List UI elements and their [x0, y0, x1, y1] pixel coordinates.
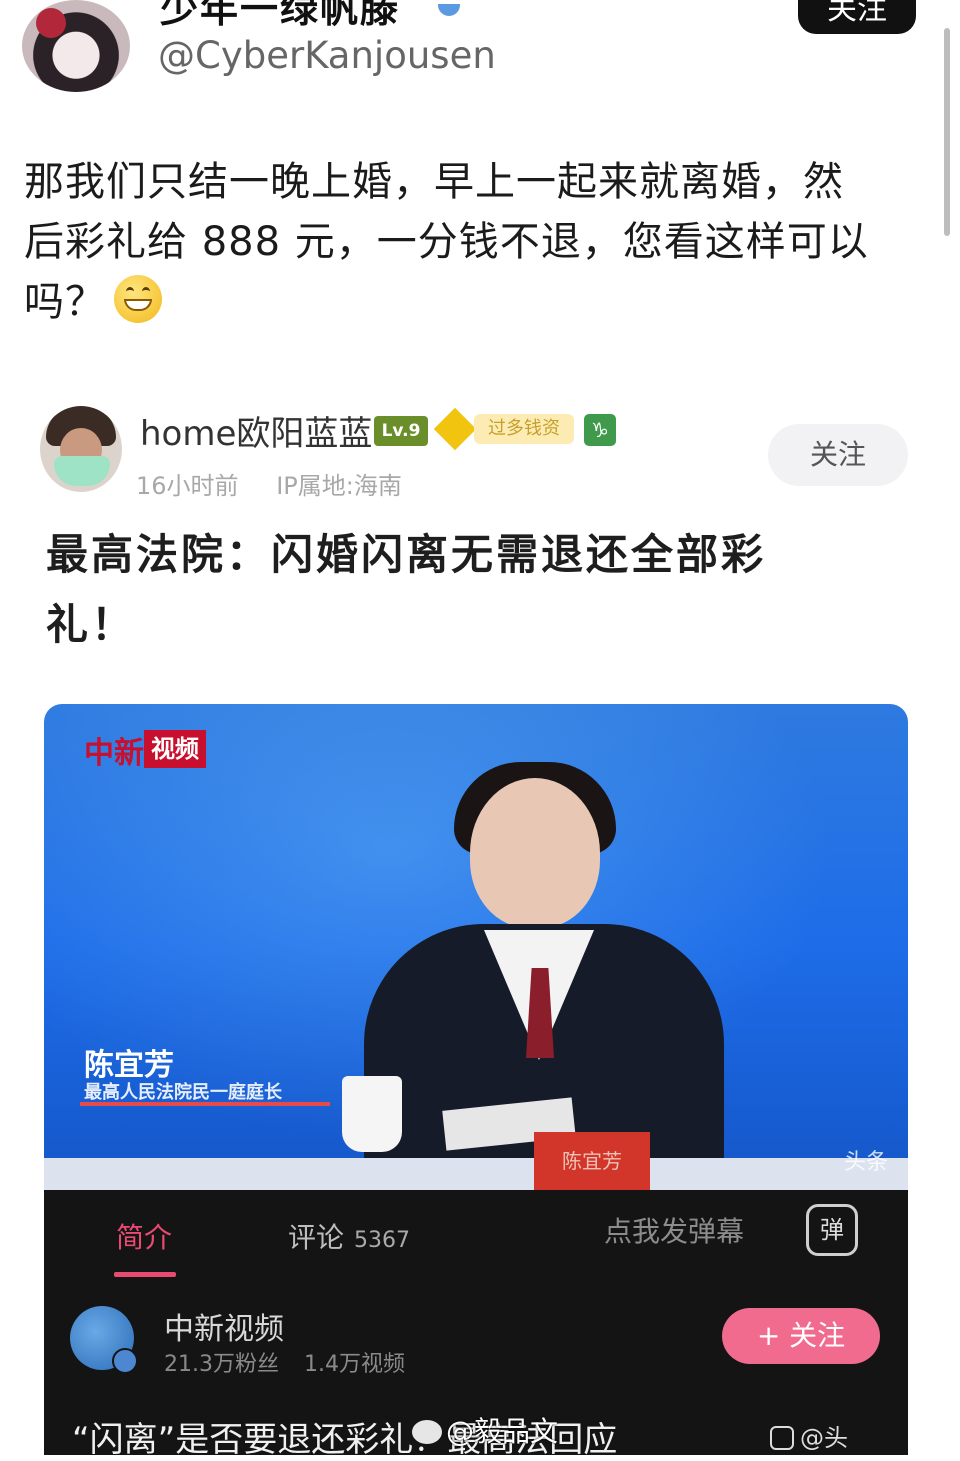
author-handle[interactable]: @CyberKanjousen — [158, 34, 496, 77]
speaker-title-caption: 最高人民法院民一庭庭长 — [84, 1082, 282, 1103]
verified-badge-icon — [438, 4, 460, 16]
tab-intro[interactable]: 简介 — [116, 1216, 172, 1256]
app-icon — [770, 1426, 794, 1450]
channel-follow-button[interactable]: + 关注 — [722, 1308, 880, 1364]
weibo-watermark: @毅品文 — [412, 1410, 558, 1450]
level-badge: Lv.9 — [374, 416, 428, 446]
diamond-icon — [433, 407, 477, 451]
post-time: 16小时前 — [136, 472, 239, 500]
fans-count: 21.3万粉丝 — [164, 1352, 279, 1377]
scrollbar[interactable] — [944, 28, 950, 236]
tab-indicator — [114, 1272, 176, 1277]
weibo-icon — [412, 1420, 442, 1444]
quoted-title-line: 最高法院：闪婚闪离无需退还全部彩 — [46, 530, 767, 579]
channel-stats: 21.3万粉丝 1.4万视频 — [164, 1346, 423, 1378]
quoted-username[interactable]: home欧阳蓝蓝 — [140, 406, 372, 455]
caption-bar — [80, 1102, 330, 1106]
channel-avatar[interactable] — [70, 1306, 138, 1374]
post-text: 那我们只结一晚上婚，早上一起来就离婚，然 后彩礼给 888 元，一分钱不退，您看… — [24, 152, 924, 332]
post-text-line: 后彩礼给 888 元，一分钱不退，您看这样可以 — [24, 219, 869, 265]
corner-watermark: @头 — [770, 1418, 848, 1453]
quoted-meta: 16小时前 IP属地:海南 — [136, 466, 432, 501]
quoted-user-avatar[interactable] — [40, 406, 122, 492]
channel-logo-box: 视频 — [144, 730, 206, 768]
quoted-title-line: 礼！ — [46, 600, 137, 649]
post-text-line: 吗？ — [24, 272, 924, 332]
teacup-icon — [342, 1076, 402, 1152]
danmaku-input[interactable]: 点我发弹幕 — [604, 1210, 744, 1250]
grinning-face-icon — [114, 275, 162, 323]
video-corner-mark: 头条 — [843, 1150, 888, 1175]
flower-icon — [36, 8, 66, 38]
channel-logo-text: 中新 — [84, 736, 144, 771]
author-display-name[interactable]: 少年一绿帆滕 — [160, 0, 400, 33]
desk — [44, 1158, 908, 1190]
nameplate: 陈宜芳 — [534, 1132, 650, 1190]
member-badge: 过多钱资 — [474, 414, 574, 444]
verified-icon — [112, 1348, 138, 1374]
comment-count: 5367 — [354, 1228, 411, 1253]
zodiac-badge-icon: ♑ — [584, 414, 616, 446]
ip-location: IP属地:海南 — [276, 472, 402, 500]
post-text-line: 那我们只结一晚上婚，早上一起来就离婚，然 — [24, 159, 844, 205]
danmaku-toggle-icon[interactable]: 弹 — [806, 1204, 858, 1256]
quoted-title: 最高法院：闪婚闪离无需退还全部彩 礼！ — [46, 520, 866, 660]
tab-comments[interactable]: 评论 5367 — [288, 1216, 410, 1256]
channel-name[interactable]: 中新视频 — [164, 1304, 284, 1348]
video-player[interactable]: 中新 视频 陈宜芳 最高人民法院民一庭庭长 陈宜芳 头条 — [44, 704, 908, 1190]
quoted-follow-button[interactable]: 关注 — [768, 424, 908, 486]
author-avatar[interactable] — [22, 0, 130, 92]
videos-count: 1.4万视频 — [304, 1352, 405, 1377]
follow-button[interactable]: 关注 — [798, 0, 916, 34]
